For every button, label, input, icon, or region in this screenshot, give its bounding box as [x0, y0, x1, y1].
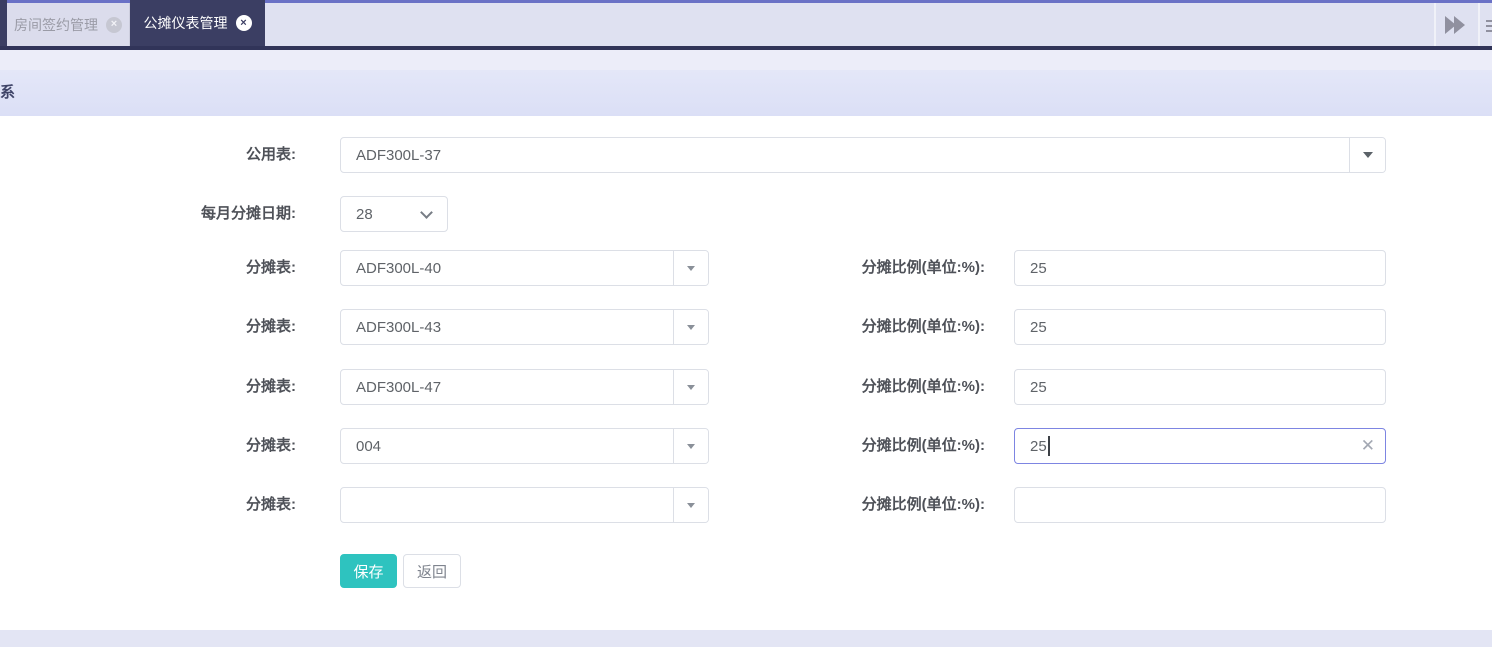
- ratio-input-focused[interactable]: 25 ✕: [1014, 428, 1386, 464]
- divider: [1434, 3, 1436, 46]
- share-meter-value: ADF300L-43: [356, 318, 442, 336]
- tab-label: 公摊仪表管理: [143, 15, 228, 31]
- app-window: 房间签约管理 × 公摊仪表管理 × 关系 公用表: ADF300L-37 每月分…: [0, 0, 1492, 647]
- public-meter-combobox[interactable]: ADF300L-37: [340, 137, 1386, 173]
- divider: [1478, 3, 1480, 46]
- share-meter-value: ADF300L-40: [356, 259, 442, 277]
- share-meter-value: 004: [356, 437, 382, 455]
- public-meter-label: 公用表:: [246, 146, 296, 163]
- ratio-value: 25: [1030, 437, 1047, 455]
- page-title-band: 关系: [0, 70, 1492, 116]
- sidebar-edge: [0, 0, 7, 46]
- ratio-input[interactable]: 25: [1014, 250, 1386, 286]
- ratio-input[interactable]: [1014, 487, 1386, 523]
- share-meter-label: 分摊表:: [246, 318, 296, 335]
- share-meter-combobox[interactable]: 004: [340, 428, 709, 464]
- caret-down-icon: [687, 502, 695, 508]
- menu-icon[interactable]: [1486, 17, 1492, 33]
- caret-down-icon: [687, 265, 695, 271]
- share-meter-label: 分摊表:: [246, 496, 296, 513]
- close-icon[interactable]: ×: [235, 15, 252, 31]
- share-date-label: 每月分摊日期:: [201, 205, 296, 222]
- share-meter-label: 分摊表:: [246, 378, 296, 395]
- toolbar-band: [0, 50, 1492, 70]
- share-date-select[interactable]: 28: [340, 196, 448, 232]
- ratio-label: 分摊比例(单位:%):: [861, 378, 985, 395]
- ratio-label: 分摊比例(单位:%):: [861, 496, 985, 513]
- share-meter-combobox[interactable]: ADF300L-40: [340, 250, 709, 286]
- fast-forward-icon[interactable]: [1445, 16, 1471, 34]
- save-button[interactable]: 保存: [340, 554, 397, 588]
- share-meter-combobox[interactable]: ADF300L-47: [340, 369, 709, 405]
- share-meter-label: 分摊表:: [246, 259, 296, 276]
- share-meter-value: ADF300L-47: [356, 378, 442, 396]
- share-meter-combobox[interactable]: ADF300L-43: [340, 309, 709, 345]
- ratio-value: 25: [1030, 259, 1047, 277]
- ratio-label: 分摊比例(单位:%):: [861, 259, 985, 276]
- chevron-down-icon: [420, 205, 433, 219]
- tab-label: 房间签约管理: [14, 16, 98, 33]
- back-button[interactable]: 返回: [403, 554, 461, 588]
- caret-down-icon: [687, 443, 695, 449]
- share-meter-label: 分摊表:: [246, 437, 296, 454]
- clear-icon[interactable]: ✕: [1361, 429, 1375, 463]
- ratio-label: 分摊比例(单位:%):: [861, 318, 985, 335]
- share-meter-combobox[interactable]: [340, 487, 709, 523]
- ratio-input[interactable]: 25: [1014, 309, 1386, 345]
- footer-band: [0, 630, 1492, 647]
- tab-room-contract[interactable]: 房间签约管理 ×: [7, 3, 130, 46]
- close-icon[interactable]: ×: [106, 16, 122, 33]
- ratio-value: 25: [1030, 378, 1047, 396]
- ratio-value: 25: [1030, 318, 1047, 336]
- ratio-label: 分摊比例(单位:%):: [861, 437, 985, 454]
- tab-shared-meter[interactable]: 公摊仪表管理 ×: [130, 0, 265, 46]
- caret-down-icon: [687, 324, 695, 330]
- tab-bar: 房间签约管理 × 公摊仪表管理 ×: [0, 0, 1492, 50]
- page-title: 关系: [0, 84, 16, 101]
- text-cursor: [1047, 436, 1050, 456]
- dropdown-button[interactable]: [1349, 138, 1385, 172]
- caret-down-icon: [1362, 152, 1373, 158]
- public-meter-value: ADF300L-37: [356, 146, 442, 164]
- caret-down-icon: [687, 384, 695, 390]
- ratio-input[interactable]: 25: [1014, 369, 1386, 405]
- share-date-value: 28: [356, 205, 373, 223]
